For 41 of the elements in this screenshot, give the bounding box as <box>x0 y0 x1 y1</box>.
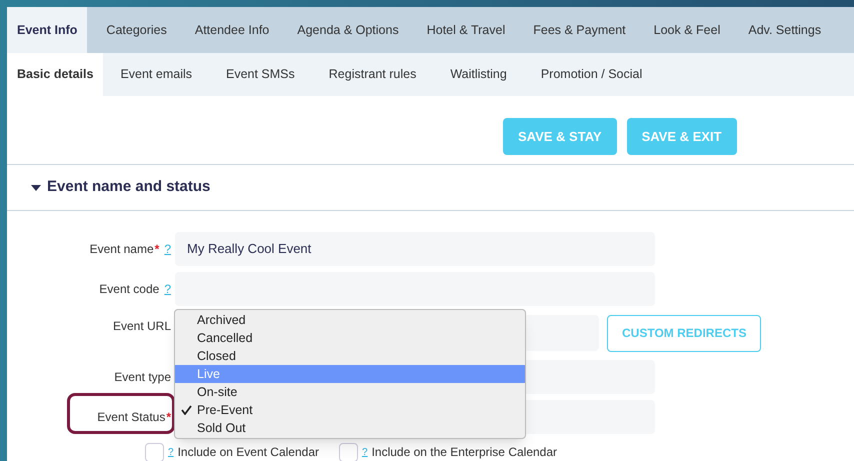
menu-item-label: Live <box>197 366 220 383</box>
main-tab[interactable]: Event Info <box>7 7 88 53</box>
sub-tab[interactable]: Registrant rules <box>312 53 434 96</box>
sub-tab[interactable]: Basic details <box>7 53 104 96</box>
field-label: Event name <box>90 241 154 258</box>
required-mark: * <box>166 409 171 426</box>
main-tab[interactable]: Agenda & Options <box>288 7 408 53</box>
main-tab[interactable]: Fees & Payment <box>524 7 635 53</box>
menu-item[interactable]: Cancelled <box>175 329 525 347</box>
menu-item-label: Archived <box>197 312 246 329</box>
sub-tab[interactable]: Event SMSs <box>209 53 312 96</box>
menu-item-label: On-site <box>197 384 238 401</box>
menu-item-label: Sold Out <box>197 420 246 437</box>
field-label: Event code <box>99 281 160 298</box>
main-tab[interactable]: Categories <box>97 7 176 53</box>
menu-item[interactable]: On-site <box>175 383 525 401</box>
main-tab[interactable]: Look & Feel <box>644 7 730 53</box>
main-tab[interactable]: Hotel & Travel <box>418 7 514 53</box>
menu-item[interactable]: Sold Out <box>175 419 525 437</box>
menu-item-label: Pre-Event <box>197 402 253 419</box>
required-mark: * <box>154 241 160 258</box>
input-field[interactable]: My Really Cool Event <box>175 232 655 266</box>
sub-tab[interactable]: Waitlisting <box>433 53 524 96</box>
field-label: Event type <box>114 369 171 386</box>
main-tab[interactable]: Adv. Settings <box>739 7 830 53</box>
field-label: Event Status <box>97 409 166 426</box>
sub-tab[interactable]: Event emails <box>103 53 209 96</box>
section-title: Event name and status <box>47 177 210 198</box>
menu-item[interactable]: Archived <box>175 311 525 329</box>
checkbox[interactable] <box>339 442 358 461</box>
sub-tab[interactable]: Promotion / Social <box>524 53 660 96</box>
checkbox-label: Include on the Enterprise Calendar <box>372 444 558 461</box>
menu-item-label: Cancelled <box>197 330 253 347</box>
menu-item[interactable]: Closed <box>175 347 525 365</box>
menu-item[interactable]: Pre-Event <box>175 401 525 419</box>
main-tab[interactable]: Attendee Info <box>186 7 278 53</box>
field-label: Event URL <box>112 318 171 335</box>
caret-icon[interactable] <box>31 184 41 190</box>
checkbox-label: Include on Event Calendar <box>178 444 319 461</box>
menu-item-label: Closed <box>197 348 236 365</box>
checkbox[interactable] <box>145 442 164 461</box>
